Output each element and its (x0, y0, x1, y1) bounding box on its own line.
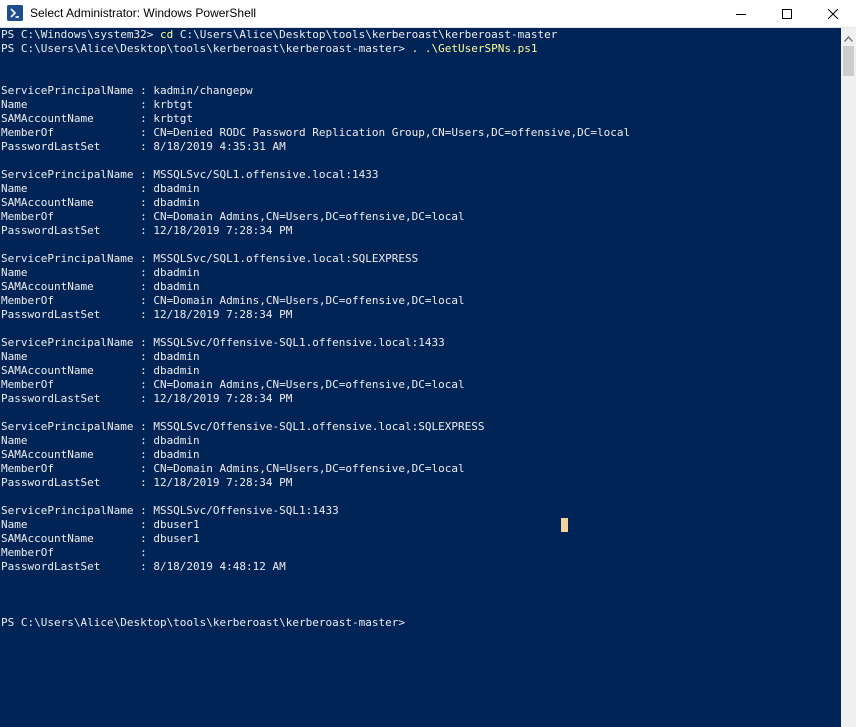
command-keyword: cd (159, 28, 174, 41)
prompt-line: PS C:\Users\Alice\Desktop\tools\kerberoa… (1, 616, 405, 629)
prompt-text: PS C:\Windows\system32> (1, 28, 160, 41)
powershell-icon (7, 5, 23, 21)
console-output[interactable]: PS C:\Windows\system32> cd C:\Users\Alic… (0, 28, 841, 727)
output-line-spn: ServicePrincipalName : MSSQLSvc/Offensiv… (1, 420, 485, 433)
maximize-icon (782, 8, 792, 19)
output-line-passwordlastset: PasswordLastSet : 12/18/2019 7:28:34 PM (1, 224, 293, 237)
output-line-passwordlastset: PasswordLastSet : 12/18/2019 7:28:34 PM (1, 476, 293, 489)
scrollbar-thumb[interactable] (843, 46, 854, 76)
output-line-sam: SAMAccountName : dbuser1 (1, 532, 200, 545)
command-text: . .\GetUserSPNs.ps1 (411, 42, 538, 55)
maximize-button[interactable] (764, 0, 810, 27)
output-line-passwordlastset: PasswordLastSet : 8/18/2019 4:48:12 AM (1, 560, 286, 573)
prompt-text: PS C:\Users\Alice\Desktop\tools\kerberoa… (1, 42, 412, 55)
output-line-memberof: MemberOf : CN=Domain Admins,CN=Users,DC=… (1, 294, 465, 307)
output-line-memberof: MemberOf : (1, 546, 147, 559)
output-line-name: Name : dbuser1 (1, 518, 200, 531)
output-line-passwordlastset: PasswordLastSet : 12/18/2019 7:28:34 PM (1, 392, 293, 405)
output-line-name: Name : dbadmin (1, 182, 200, 195)
vertical-scrollbar[interactable] (841, 28, 856, 727)
output-line-spn: ServicePrincipalName : MSSQLSvc/Offensiv… (1, 504, 339, 517)
output-line-passwordlastset: PasswordLastSet : 8/18/2019 4:35:31 AM (1, 140, 286, 153)
output-line-name: Name : dbadmin (1, 434, 200, 447)
output-line-spn: ServicePrincipalName : MSSQLSvc/Offensiv… (1, 336, 445, 349)
output-line-spn: ServicePrincipalName : kadmin/changepw (1, 84, 253, 97)
output-line-spn: ServicePrincipalName : MSSQLSvc/SQL1.off… (1, 252, 419, 265)
scroll-up-button[interactable] (841, 28, 856, 45)
prompt-line: PS C:\Windows\system32> cd C:\Users\Alic… (1, 28, 557, 42)
minimize-button[interactable] (718, 0, 764, 27)
window-title: Select Administrator: Windows PowerShell (30, 6, 257, 20)
close-button[interactable] (810, 0, 856, 27)
scroll-up-arrow-icon (844, 27, 853, 46)
command-argument: C:\Users\Alice\Desktop\tools\kerberoast\… (173, 28, 558, 41)
output-line-sam: SAMAccountName : krbtgt (1, 112, 194, 125)
text-cursor (561, 518, 568, 532)
output-line-passwordlastset: PasswordLastSet : 12/18/2019 7:28:34 PM (1, 308, 293, 321)
output-line-spn: ServicePrincipalName : MSSQLSvc/SQL1.off… (1, 168, 379, 181)
output-line-name: Name : dbadmin (1, 266, 200, 279)
output-line-name: Name : krbtgt (1, 98, 194, 111)
output-line-memberof: MemberOf : CN=Domain Admins,CN=Users,DC=… (1, 462, 465, 475)
prompt-line: PS C:\Users\Alice\Desktop\tools\kerberoa… (1, 42, 537, 56)
output-line-name: Name : dbadmin (1, 350, 200, 363)
output-line-sam: SAMAccountName : dbadmin (1, 280, 200, 293)
close-icon (828, 8, 838, 19)
output-line-memberof: MemberOf : CN=Domain Admins,CN=Users,DC=… (1, 378, 465, 391)
output-line-memberof: MemberOf : CN=Denied RODC Password Repli… (1, 126, 631, 139)
output-line-sam: SAMAccountName : dbadmin (1, 364, 200, 377)
output-line-sam: SAMAccountName : dbadmin (1, 196, 200, 209)
output-line-sam: SAMAccountName : dbadmin (1, 448, 200, 461)
minimize-icon (736, 9, 746, 19)
powershell-window: Select Administrator: Windows PowerShell… (0, 0, 856, 727)
title-bar[interactable]: Select Administrator: Windows PowerShell (0, 0, 856, 28)
output-line-memberof: MemberOf : CN=Domain Admins,CN=Users,DC=… (1, 210, 465, 223)
